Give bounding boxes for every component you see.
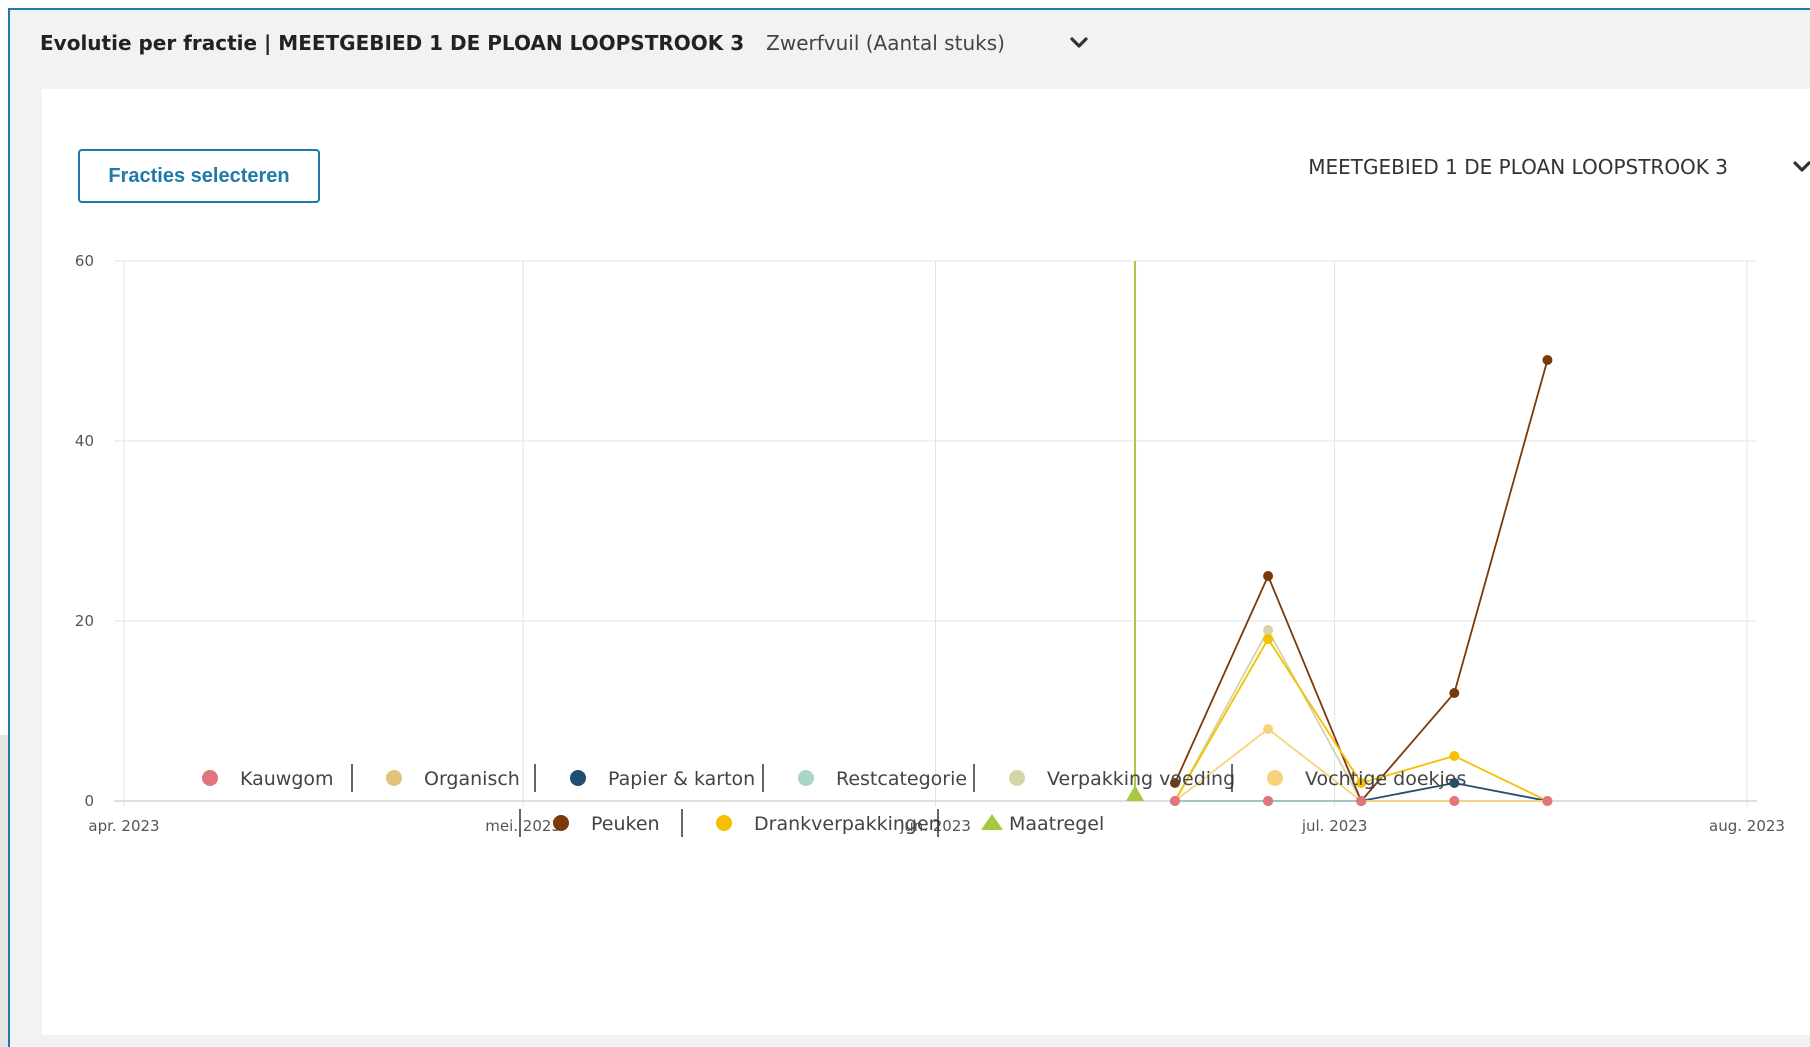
y-tick-label: 20 — [75, 612, 94, 630]
legend-label: Peuken — [591, 813, 660, 835]
legend-dot — [570, 770, 586, 786]
legend-dot — [553, 815, 569, 831]
series-point — [1449, 796, 1460, 806]
legend-label: Organisch — [424, 768, 520, 790]
chart-card: Fracties selecteren MEETGEBIED 1 DE PLOA… — [42, 89, 1810, 1035]
line-chart: 0204060apr. 2023 mei. 2023 jun. 2023 jul. 2… — [75, 252, 1785, 837]
x-tick-label: mei. 2023 — [485, 817, 561, 835]
widget-header: Evolutie per fractie | MEETGEBIED 1 DE P… — [40, 28, 1093, 58]
legend-dot — [716, 815, 732, 831]
series-point — [1356, 796, 1367, 806]
legend-measure-marker — [981, 814, 1003, 830]
legend-dot — [1009, 770, 1025, 786]
legend-label: Kauwgom — [240, 768, 334, 790]
legend-label: Drankverpakkingen — [754, 813, 941, 835]
x-tick-label: aug. 2023 — [1709, 817, 1785, 835]
legend-label: Verpakking voeding — [1047, 768, 1235, 790]
x-tick-label: apr. 2023 — [88, 817, 159, 835]
legend-dot — [1267, 770, 1283, 786]
series-point — [1263, 571, 1274, 581]
series-point — [1542, 796, 1553, 806]
series-point — [1449, 751, 1460, 761]
series-point — [1169, 796, 1180, 806]
legend-label: Maatregel — [1009, 813, 1104, 835]
left-edge — [0, 735, 8, 1047]
series-point — [1263, 796, 1274, 806]
legend-dot — [202, 770, 218, 786]
series-point — [1449, 688, 1460, 698]
series-point — [1263, 634, 1274, 644]
series-point — [1542, 355, 1553, 365]
legend-label: Papier & karton — [608, 768, 755, 790]
widget-frame: Evolutie per fractie | MEETGEBIED 1 DE P… — [8, 8, 1810, 1047]
legend-label: Vochtige doekjes — [1305, 768, 1466, 790]
series-point — [1263, 625, 1274, 635]
series-line — [1174, 359, 1549, 803]
series-point — [1263, 724, 1274, 734]
legend-label: Restcategorie — [836, 768, 967, 790]
legend-dot — [798, 770, 814, 786]
x-tick-label: jul. 2023 — [1301, 817, 1368, 835]
widget-title: Evolutie per fractie | MEETGEBIED 1 DE P… — [40, 31, 745, 55]
y-tick-label: 40 — [75, 432, 94, 450]
legend-dot — [386, 770, 402, 786]
fraction-type-label: Zwerfvuil (Aantal stuks) — [766, 31, 1005, 55]
y-tick-label: 60 — [75, 252, 94, 270]
chevron-down-icon[interactable] — [1065, 29, 1093, 57]
y-tick-label: 0 — [84, 792, 94, 810]
